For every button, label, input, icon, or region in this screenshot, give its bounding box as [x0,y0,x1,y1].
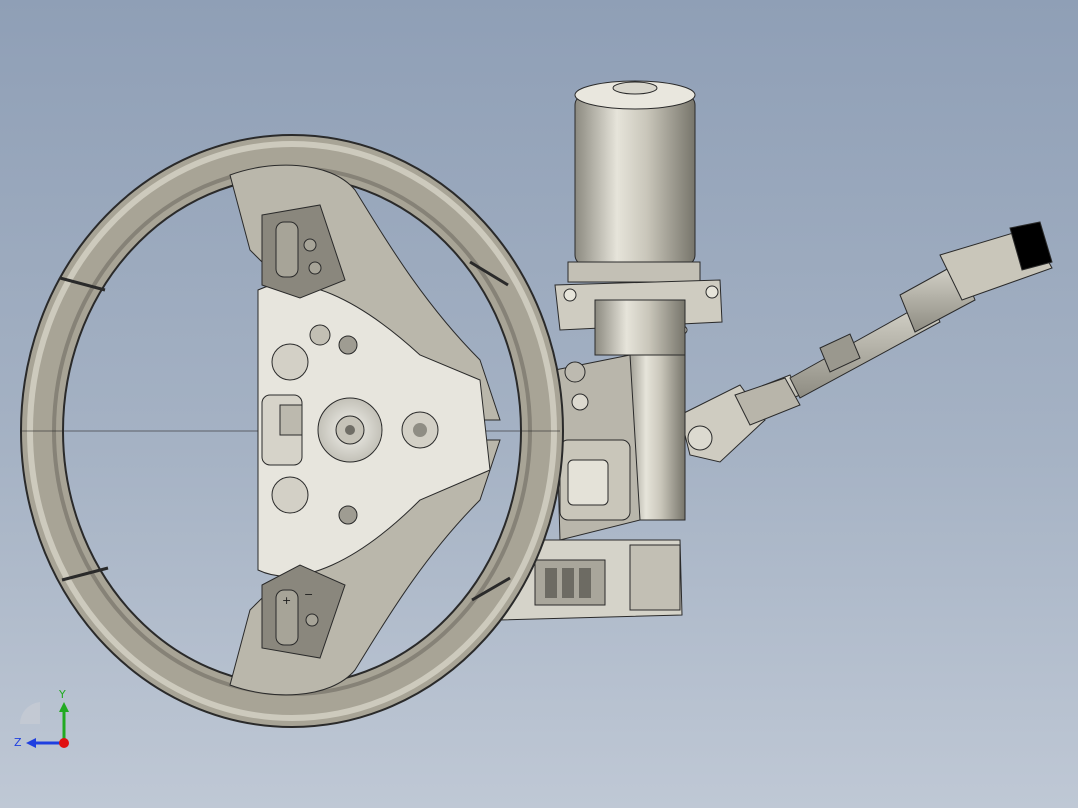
cad-model-view[interactable]: + − [0,0,1078,808]
coordinate-triad: Y Z [14,688,69,749]
x-axis-dot [59,738,69,748]
z-axis-arrow [26,738,36,748]
universal-joint[interactable] [679,377,801,463]
y-axis-label: Y [58,688,66,701]
z-axis-label: Z [14,736,22,749]
electric-motor[interactable] [554,80,723,356]
y-axis-arrow [59,702,69,712]
intermediate-shaft[interactable] [679,221,1053,463]
graphics-viewport[interactable]: + − Y Z [0,0,1078,808]
volume-minus-label: − [304,588,313,601]
steering-wheel[interactable]: + − [20,134,564,728]
volume-plus-label: + [282,594,291,607]
